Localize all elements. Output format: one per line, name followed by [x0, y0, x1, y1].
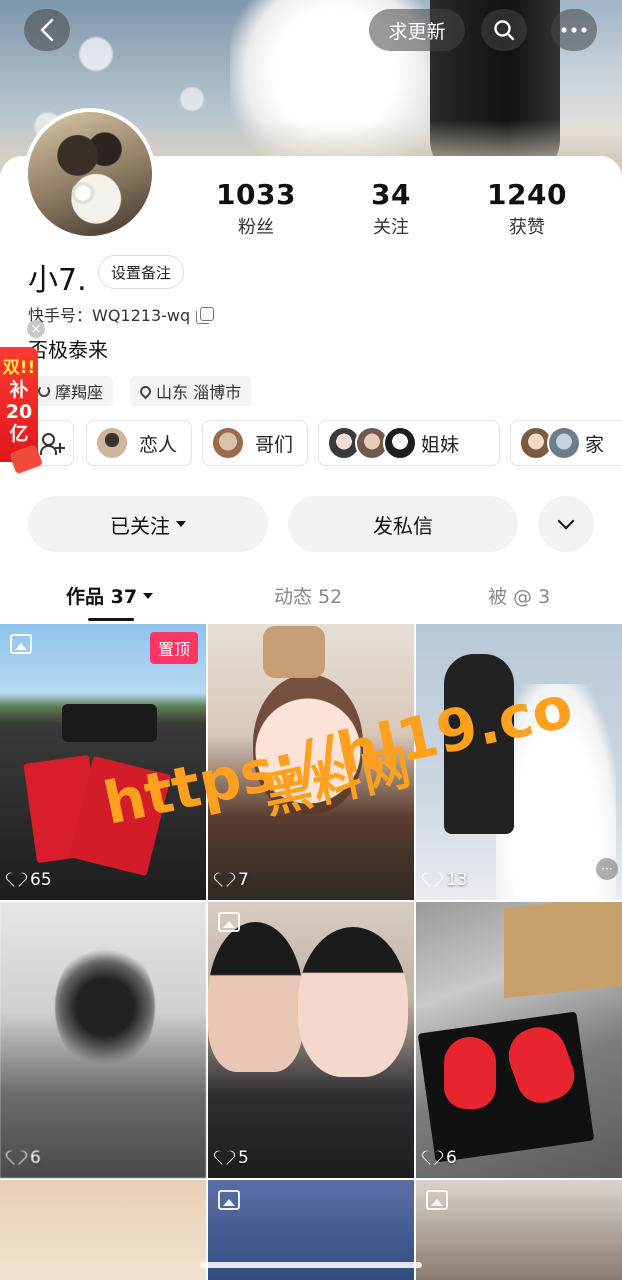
- relation-avatar: [95, 426, 129, 460]
- heart-icon: [218, 873, 234, 887]
- location-pin-icon: [137, 383, 154, 399]
- heart-icon: [426, 873, 442, 887]
- likes-label: 获赞: [509, 217, 545, 238]
- tab-underline: [88, 618, 134, 621]
- send-message-button[interactable]: 发私信: [288, 496, 518, 552]
- gallery-icon: [426, 1190, 448, 1210]
- back-button[interactable]: [24, 9, 70, 51]
- post-tile[interactable]: 6: [416, 902, 622, 1178]
- gallery-icon: [10, 634, 32, 654]
- tab-works-label: 作品 37: [66, 586, 138, 608]
- fans-label: 粉丝: [238, 217, 274, 238]
- promo-close-icon[interactable]: ×: [27, 320, 45, 338]
- relation-bros-label: 哥们: [255, 433, 294, 456]
- followed-label: 已关注: [110, 513, 170, 538]
- tag-location: 山东 淄博市: [130, 376, 252, 406]
- expand-button[interactable]: [538, 496, 594, 552]
- heart-icon: [10, 1151, 26, 1165]
- relation-avatar-stack: [327, 426, 417, 460]
- like-count: 6: [10, 1148, 41, 1168]
- relation-sisters-label: 姐妹: [421, 433, 460, 456]
- chevron-down-icon: [557, 512, 575, 530]
- promo-line-3: 20: [5, 401, 33, 423]
- copy-icon[interactable]: [196, 307, 215, 324]
- relation-family[interactable]: 家: [510, 420, 622, 466]
- tag-zodiac-label: 摩羯座: [55, 383, 104, 402]
- tag-zodiac: 摩羯座: [28, 376, 114, 406]
- search-icon: [494, 20, 515, 41]
- home-indicator: [200, 1262, 422, 1268]
- tag-location-label: 山东 淄博市: [156, 383, 242, 402]
- zodiac-icon: [38, 385, 50, 397]
- chevron-left-icon: [40, 18, 54, 42]
- promo-line-1: 双!!: [2, 358, 36, 378]
- caret-down-icon: [176, 521, 186, 527]
- profile-name: 小7.: [28, 263, 87, 298]
- post-tile[interactable]: [0, 1180, 206, 1280]
- kuaishou-id-text: 快手号：WQ1213-wq: [28, 306, 191, 325]
- more-dots-icon: [561, 27, 587, 33]
- like-count: 5: [218, 1148, 249, 1168]
- request-update-button[interactable]: 求更新: [369, 9, 465, 51]
- tab-works[interactable]: 作品 37: [66, 582, 154, 609]
- fans-count: 1033: [216, 178, 296, 211]
- more-dots-icon[interactable]: ···: [596, 858, 618, 880]
- relation-lover[interactable]: 恋人: [86, 420, 192, 466]
- set-remark-button[interactable]: 设置备注: [98, 255, 185, 289]
- relation-bros[interactable]: 哥们: [202, 420, 308, 466]
- avatar-flowers: [68, 182, 98, 204]
- like-count: 13: [426, 870, 468, 890]
- post-tile[interactable]: 5: [208, 902, 414, 1178]
- following-count: 34: [371, 178, 411, 211]
- stat-likes[interactable]: 1240 获赞: [467, 178, 587, 239]
- post-tile[interactable]: 6: [0, 902, 206, 1178]
- relation-lover-label: 恋人: [139, 433, 178, 456]
- gallery-icon: [218, 912, 240, 932]
- tab-moments[interactable]: 动态 52: [274, 582, 342, 609]
- post-tile[interactable]: [416, 1180, 622, 1280]
- promo-line-2: 补: [9, 379, 29, 401]
- kuaishou-id[interactable]: 快手号：WQ1213-wq: [28, 302, 215, 326]
- profile-bio: 否极泰来: [28, 338, 108, 362]
- pinned-badge: 置顶: [149, 632, 198, 664]
- search-button[interactable]: [481, 9, 527, 51]
- stat-following[interactable]: 34 关注: [331, 178, 451, 239]
- relation-sisters[interactable]: 姐妹: [318, 420, 500, 466]
- relation-avatar-stack: [519, 426, 581, 460]
- promo-line-4: 亿: [9, 423, 29, 445]
- like-count: 6: [426, 1148, 457, 1168]
- followed-button[interactable]: 已关注: [28, 496, 268, 552]
- relation-avatar: [211, 426, 245, 460]
- tab-mentioned[interactable]: 被 @ 3: [488, 582, 550, 609]
- stat-fans[interactable]: 1033 粉丝: [196, 178, 316, 239]
- like-count: 65: [10, 870, 52, 890]
- avatar[interactable]: [24, 108, 156, 240]
- heart-icon: [426, 1151, 442, 1165]
- more-button[interactable]: [551, 9, 597, 51]
- heart-icon: [10, 873, 26, 887]
- gallery-icon: [218, 1190, 240, 1210]
- heart-icon: [218, 1151, 234, 1165]
- caret-down-icon: [143, 592, 154, 599]
- add-user-icon: [40, 432, 65, 455]
- following-label: 关注: [373, 217, 409, 238]
- likes-count: 1240: [487, 178, 567, 211]
- relation-family-label: 家: [585, 433, 605, 456]
- like-count: 7: [218, 870, 249, 890]
